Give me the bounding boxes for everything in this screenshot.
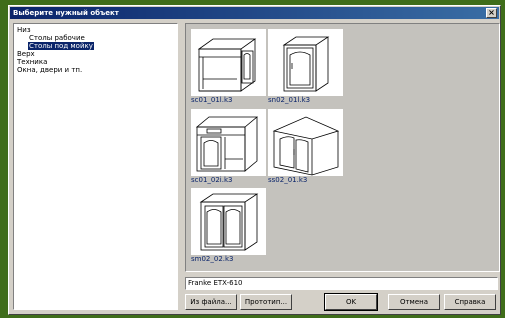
cabinet-open-drawer-icon [197,38,257,92]
tree-item-label: Столы под мойку [28,42,94,50]
corner-cabinet-icon [272,116,340,176]
close-icon: × [488,8,495,17]
from-file-button[interactable]: Из файла... [185,294,237,310]
tree-item-sink-tables[interactable]: Столы под мойку [16,42,175,50]
cabinet-double-door-icon [199,193,259,251]
tree-item-label: Техника [17,58,48,66]
object-gallery[interactable]: sc01_01l.k3 sn02_01l.k3 sc01_02i.k3 ss02… [185,23,500,272]
tree-item-label: Низ [17,26,31,34]
cabinet-drawer-door-open-icon [195,116,259,172]
gallery-item[interactable]: sc01_02i.k3 [191,109,266,185]
tree-item-work-tables[interactable]: Столы рабочие [16,34,175,42]
gallery-item-caption: ss02_01.k3 [268,176,343,185]
gallery-item-caption: sm02_02.k3 [191,255,266,264]
tree-item-niz[interactable]: Низ [16,26,175,34]
close-button[interactable]: × [486,8,497,18]
tree-item-label: Столы рабочие [29,34,85,42]
gallery-item[interactable]: ss02_01.k3 [268,109,343,185]
tree-item-verh[interactable]: Верх [16,50,175,58]
help-button[interactable]: Справка [444,294,496,310]
cancel-button[interactable]: Отмена [388,294,440,310]
gallery-item-caption: sc01_02i.k3 [191,176,266,185]
title-bar: Выберите нужный объект × [10,7,499,19]
object-name-field[interactable]: Franke ETX-610 [185,277,498,290]
gallery-item[interactable]: sn02_01l.k3 [268,29,343,105]
gallery-item[interactable]: sc01_01l.k3 [191,29,266,105]
cabinet-single-door-icon [282,36,330,92]
tree-item-windows-doors[interactable]: Окна, двери и тп. [16,66,175,74]
window-title: Выберите нужный объект [13,9,119,17]
tree-item-label: Окна, двери и тп. [17,66,83,74]
tree-item-tehnika[interactable]: Техника [16,58,175,66]
ok-button[interactable]: OK [324,293,378,311]
prototype-button[interactable]: Прототип... [240,294,292,310]
gallery-item-caption: sn02_01l.k3 [268,96,343,105]
category-tree[interactable]: Низ Столы рабочие Столы под мойку Верх Т… [13,23,178,310]
gallery-item[interactable]: sm02_02.k3 [191,188,266,264]
gallery-item-caption: sc01_01l.k3 [191,96,266,105]
tree-item-label: Верх [17,50,35,58]
object-picker-dialog: Выберите нужный объект × Низ Столы рабоч… [8,5,501,315]
